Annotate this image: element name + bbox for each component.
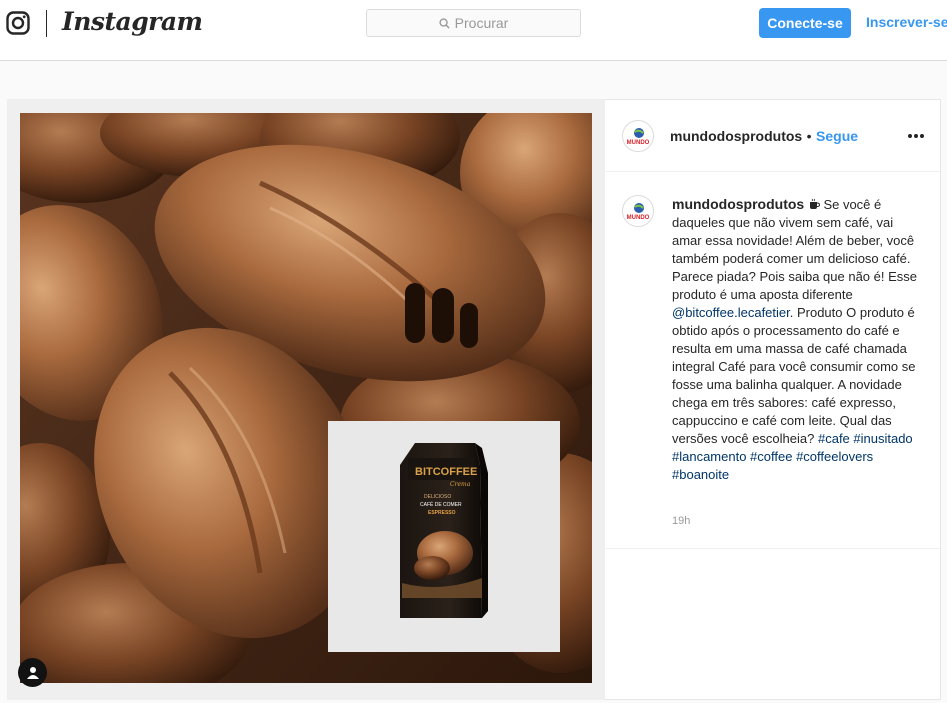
- post-author-line: mundodosprodutos • Segue: [670, 128, 858, 146]
- mention-link[interactable]: @bitcoffee.lecafetier: [672, 305, 790, 320]
- post-photo[interactable]: BITCOFFEE Crema DELICIOSO CAFÉ DE COMER …: [20, 113, 592, 683]
- caption-author[interactable]: mundodosprodutos: [672, 196, 804, 212]
- login-button[interactable]: Conecte-se: [759, 8, 851, 38]
- post-timestamp[interactable]: 19h: [672, 515, 690, 527]
- avatar-text: MUNDO: [626, 215, 650, 221]
- post-caption: mundodosprodutos Se você é daqueles que …: [672, 195, 922, 484]
- brand-divider: [46, 10, 47, 37]
- product-line: Crema: [450, 481, 471, 488]
- signup-link[interactable]: Inscrever-se: [866, 14, 947, 30]
- more-options-icon: [908, 134, 912, 138]
- instagram-logo-icon[interactable]: [6, 11, 30, 35]
- product-flavor: ESPRESSO: [428, 510, 456, 516]
- more-options-button[interactable]: [906, 126, 926, 146]
- follow-button[interactable]: Segue: [816, 128, 858, 144]
- globe-icon: [634, 128, 644, 138]
- caption-author-avatar[interactable]: MUNDO: [622, 195, 654, 227]
- avatar-text: MUNDO: [626, 140, 650, 146]
- product-label-1: DELICIOSO: [424, 494, 451, 500]
- caption-text-continued: . Produto O produto é obtido após o proc…: [672, 305, 916, 446]
- globe-icon: [634, 203, 644, 213]
- coffee-cup-icon: [809, 198, 820, 209]
- product-brand: BITCOFFEE: [415, 466, 477, 478]
- search-placeholder: Procurar: [454, 15, 509, 31]
- instagram-wordmark[interactable]: Instagram: [62, 7, 203, 36]
- separator-dot: •: [806, 128, 812, 144]
- caption-text: Se você é daqueles que não vivem sem caf…: [672, 197, 918, 302]
- search-input[interactable]: Procurar: [366, 9, 581, 37]
- search-icon: [439, 17, 450, 29]
- top-navigation-bar: Instagram Procurar Conecte-se Inscrever-…: [0, 0, 947, 61]
- author-avatar[interactable]: MUNDO: [622, 120, 654, 152]
- author-username[interactable]: mundodosprodutos: [670, 128, 802, 144]
- coffee-beans-image: BITCOFFEE Crema DELICIOSO CAFÉ DE COMER …: [20, 113, 592, 683]
- product-label-2: CAFÉ DE COMER: [420, 501, 462, 508]
- user-tag-button[interactable]: [18, 658, 47, 687]
- person-icon: [26, 666, 39, 679]
